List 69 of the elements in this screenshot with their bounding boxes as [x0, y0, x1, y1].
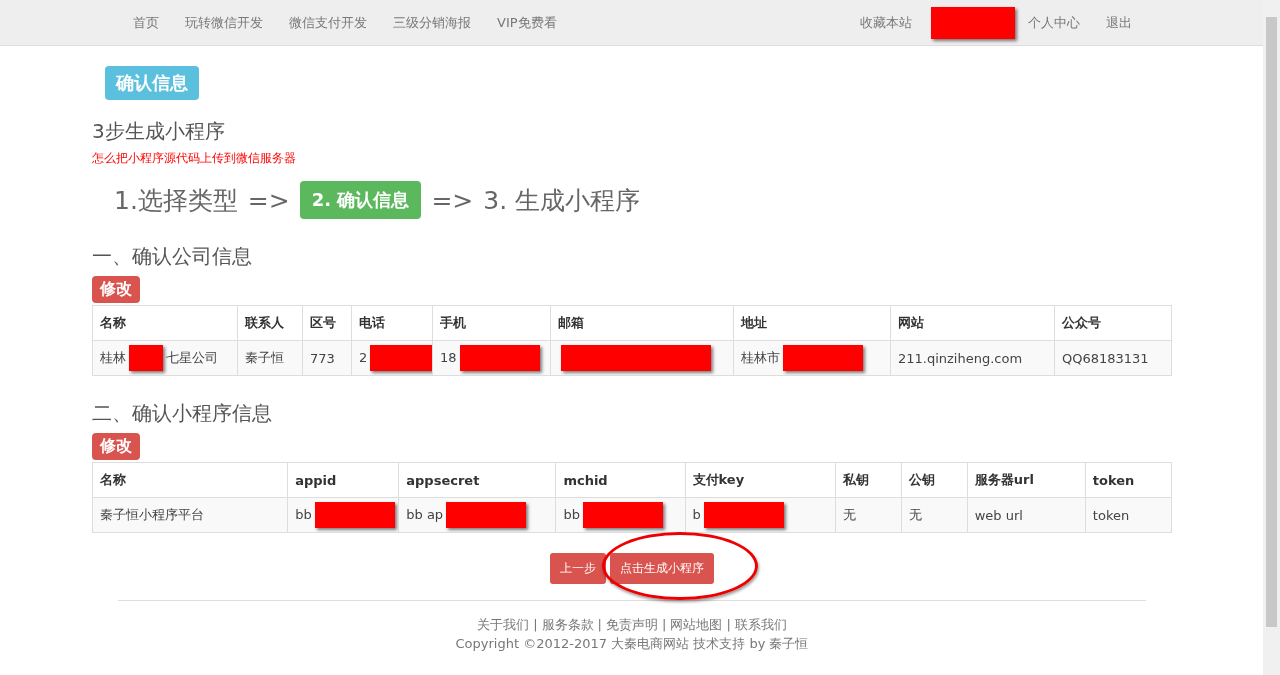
edit-button[interactable]: 修改 [92, 433, 140, 460]
table-cell: 773 [302, 340, 352, 376]
table-cell: QQ68183131 [1054, 340, 1172, 376]
step-label: 3. 生成小程序 [483, 184, 641, 217]
cell-text: 桂林市 [741, 349, 780, 365]
step-label: 2. 确认信息 [299, 181, 422, 219]
separator: | [662, 617, 667, 632]
column-header: 支付key [685, 462, 836, 498]
cell-text: bb [295, 506, 312, 522]
cell-text: 18 [440, 349, 457, 365]
column-header: 网站 [890, 305, 1055, 341]
step-arrow: => [247, 185, 290, 215]
column-header: mchid [555, 462, 685, 498]
table-cell: web url [967, 497, 1086, 533]
copyright-text: Copyright ©2012-2017 大秦电商网站 技术支持 by 秦子恒 [454, 635, 810, 653]
nav-link[interactable]: 退出 [1093, 13, 1145, 32]
cell-text: b [692, 506, 701, 522]
action-button[interactable]: 点击生成小程序 [610, 553, 714, 584]
nav-link[interactable]: 三级分销海报 [380, 13, 484, 32]
step-label: 1.选择类型 [114, 184, 238, 217]
footer-link[interactable]: 联系我们 [734, 617, 787, 632]
footer-link[interactable]: 服务条款 [541, 617, 594, 632]
page-title: 3步生成小程序 [92, 118, 226, 145]
nav-link[interactable]: 首页 [120, 13, 172, 32]
nav-link[interactable]: 微信支付开发 [276, 13, 380, 32]
column-header: 邮箱 [550, 305, 734, 341]
scrollbar[interactable] [1263, 0, 1280, 675]
section-heading: 一、确认公司信息 [92, 243, 253, 270]
cell-text: 2 [359, 349, 368, 365]
column-header: 区号 [302, 305, 352, 341]
cell-text: 七星公司 [166, 349, 218, 365]
table-cell: token [1085, 497, 1172, 533]
column-header: 服务器url [967, 462, 1086, 498]
cell-text: 桂林 [100, 349, 126, 365]
column-header: appid [287, 462, 399, 498]
nav-link[interactable]: VIP免费看 [484, 13, 570, 32]
edit-button[interactable]: 修改 [92, 276, 140, 303]
help-link[interactable]: 怎么把小程序源代码上传到微信服务器 [92, 150, 296, 167]
column-header: appsecret [398, 462, 556, 498]
column-header: 联系人 [237, 305, 303, 341]
column-header: 地址 [733, 305, 891, 341]
action-button[interactable]: 上一步 [550, 553, 606, 584]
column-header: token [1085, 462, 1172, 498]
step-arrow: => [431, 185, 474, 215]
column-header: 电话 [351, 305, 433, 341]
column-header: 名称 [92, 305, 238, 341]
footer-link[interactable]: 关于我们 [477, 617, 530, 632]
footer-link[interactable]: 网站地图 [670, 617, 723, 632]
nav-link[interactable]: 玩转微信开发 [172, 13, 276, 32]
separator: | [726, 617, 731, 632]
nav-link[interactable]: 个人中心 [1015, 13, 1093, 32]
column-header: 私钥 [835, 462, 902, 498]
cell-text: bb [563, 506, 580, 522]
table-cell: 秦子恒 [237, 340, 303, 376]
column-header: 公钥 [901, 462, 968, 498]
column-header: 公众号 [1054, 305, 1172, 341]
section-heading: 二、确认小程序信息 [92, 400, 273, 427]
separator: | [597, 617, 602, 632]
column-header: 手机 [432, 305, 551, 341]
cell-text: bb ap [406, 506, 444, 522]
table-cell: 秦子恒小程序平台 [92, 497, 288, 533]
page-label: 确认信息 [105, 66, 199, 100]
table-cell: 无 [835, 497, 902, 533]
separator: | [533, 617, 538, 632]
column-header: 名称 [92, 462, 288, 498]
table-cell: 无 [901, 497, 968, 533]
nav-link[interactable]: 收藏本站 [847, 13, 925, 32]
footer-link[interactable]: 免责声明 [606, 617, 658, 632]
table-cell: 211.qinziheng.com [890, 340, 1055, 376]
